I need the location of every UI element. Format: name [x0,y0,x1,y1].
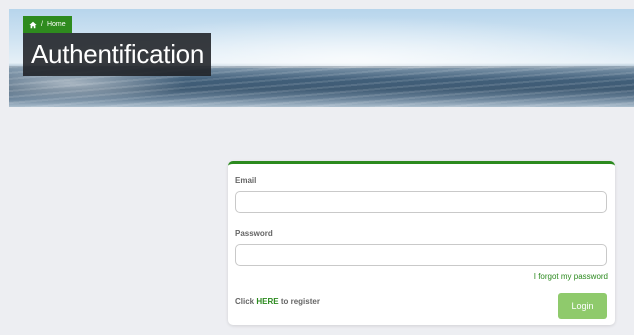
register-suffix: to register [280,297,320,306]
password-label: Password [235,229,273,238]
register-text: Click HERE to register [235,297,320,306]
forgot-password-link[interactable]: I forgot my password [534,272,608,281]
email-label: Email [235,176,257,185]
login-button[interactable]: Login [558,293,607,319]
login-card: Email Password I forgot my password Clic… [228,161,615,325]
breadcrumb: / Home [23,16,72,33]
password-field[interactable] [235,244,607,266]
email-field[interactable] [235,191,607,213]
register-prefix: Click [235,297,255,306]
breadcrumb-separator: / [41,21,43,28]
home-icon[interactable] [29,21,37,29]
breadcrumb-home-link[interactable]: Home [47,21,66,28]
page-title: Authentification [23,33,211,76]
register-link[interactable]: HERE [256,297,278,306]
